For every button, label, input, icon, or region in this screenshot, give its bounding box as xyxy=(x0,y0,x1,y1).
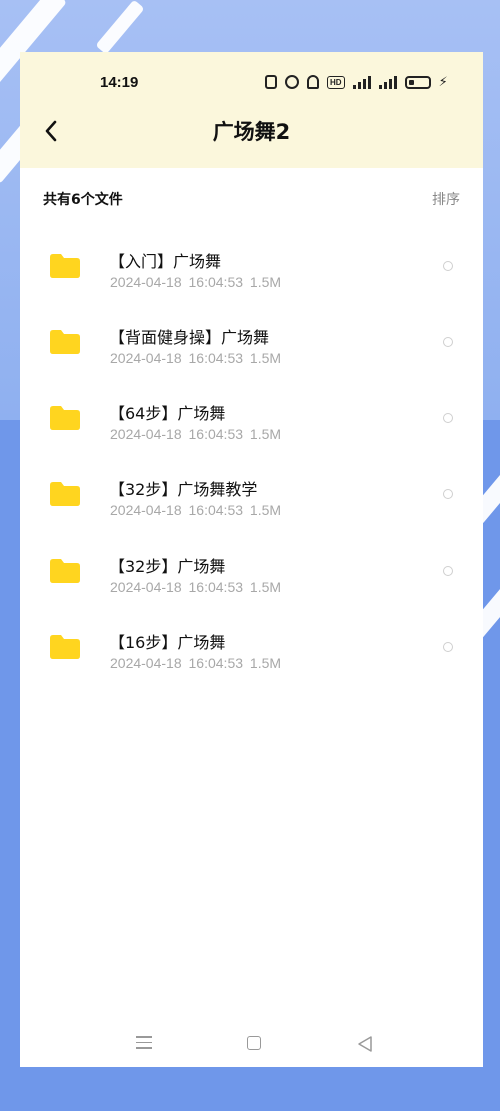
app-header: 14:19 HD ⚡ 广场舞2 xyxy=(20,52,483,168)
folder-icon xyxy=(50,330,80,354)
5g-signal-icon xyxy=(378,75,397,89)
back-triangle-icon[interactable] xyxy=(356,1035,374,1053)
battery-icon xyxy=(404,75,431,89)
status-time: 14:19 xyxy=(100,74,139,91)
select-radio[interactable] xyxy=(443,489,453,499)
page-title: 广场舞2 xyxy=(212,120,291,144)
sort-button[interactable]: 排序 xyxy=(432,189,460,209)
select-radio[interactable] xyxy=(443,566,453,576)
file-count-label: 共有6个文件 xyxy=(43,192,123,208)
file-meta: 2024-04-18 16:04:53 1.5M xyxy=(110,579,282,595)
mute-bell-icon xyxy=(307,75,319,89)
folder-icon xyxy=(50,559,80,583)
folder-icon xyxy=(50,482,80,506)
file-name: 【入门】广场舞 xyxy=(109,252,222,271)
file-list-item[interactable]: 【64步】广场舞 2024-04-18 16:04:53 1.5M xyxy=(20,380,483,456)
home-icon[interactable] xyxy=(247,1036,261,1050)
select-radio[interactable] xyxy=(443,337,453,347)
file-meta: 2024-04-18 16:04:53 1.5M xyxy=(110,655,282,671)
file-meta: 2024-04-18 16:04:53 1.5M xyxy=(110,274,282,290)
file-list-item[interactable]: 【16步】广场舞 2024-04-18 16:04:53 1.5M xyxy=(20,609,483,685)
select-radio[interactable] xyxy=(443,642,453,652)
file-meta: 2024-04-18 16:04:53 1.5M xyxy=(110,350,282,366)
select-radio[interactable] xyxy=(443,261,453,271)
file-list-item[interactable]: 【背面健身操】广场舞 2024-04-18 16:04:53 1.5M xyxy=(20,304,483,380)
menu-icon[interactable] xyxy=(136,1036,152,1050)
alarm-icon xyxy=(285,75,299,89)
file-name: 【32步】广场舞 xyxy=(109,557,226,576)
file-list-item[interactable]: 【入门】广场舞 2024-04-18 16:04:53 1.5M xyxy=(20,228,483,304)
phone-screen: 14:19 HD ⚡ 广场舞2 共有6个文件 排序 【入门】广场舞 2024-0… xyxy=(20,52,483,1067)
file-meta: 2024-04-18 16:04:53 1.5M xyxy=(110,502,282,518)
file-name: 【背面健身操】广场舞 xyxy=(109,328,270,347)
select-radio[interactable] xyxy=(443,413,453,423)
status-icons: HD ⚡ xyxy=(265,72,448,92)
system-nav-bar xyxy=(20,1023,483,1067)
nfc-icon xyxy=(265,75,277,89)
file-name: 【16步】广场舞 xyxy=(109,633,226,652)
file-name: 【64步】广场舞 xyxy=(109,404,226,423)
folder-icon xyxy=(50,635,80,659)
folder-icon xyxy=(50,254,80,278)
file-list-item[interactable]: 【32步】广场舞教学 2024-04-18 16:04:53 1.5M xyxy=(20,456,483,532)
4g-signal-icon xyxy=(352,75,371,89)
file-name: 【32步】广场舞教学 xyxy=(109,480,258,499)
file-list-item[interactable]: 【32步】广场舞 2024-04-18 16:04:53 1.5M xyxy=(20,533,483,609)
folder-icon xyxy=(50,406,80,430)
file-meta: 2024-04-18 16:04:53 1.5M xyxy=(110,426,282,442)
hd-icon: HD xyxy=(327,75,345,89)
charging-icon: ⚡ xyxy=(438,74,448,90)
